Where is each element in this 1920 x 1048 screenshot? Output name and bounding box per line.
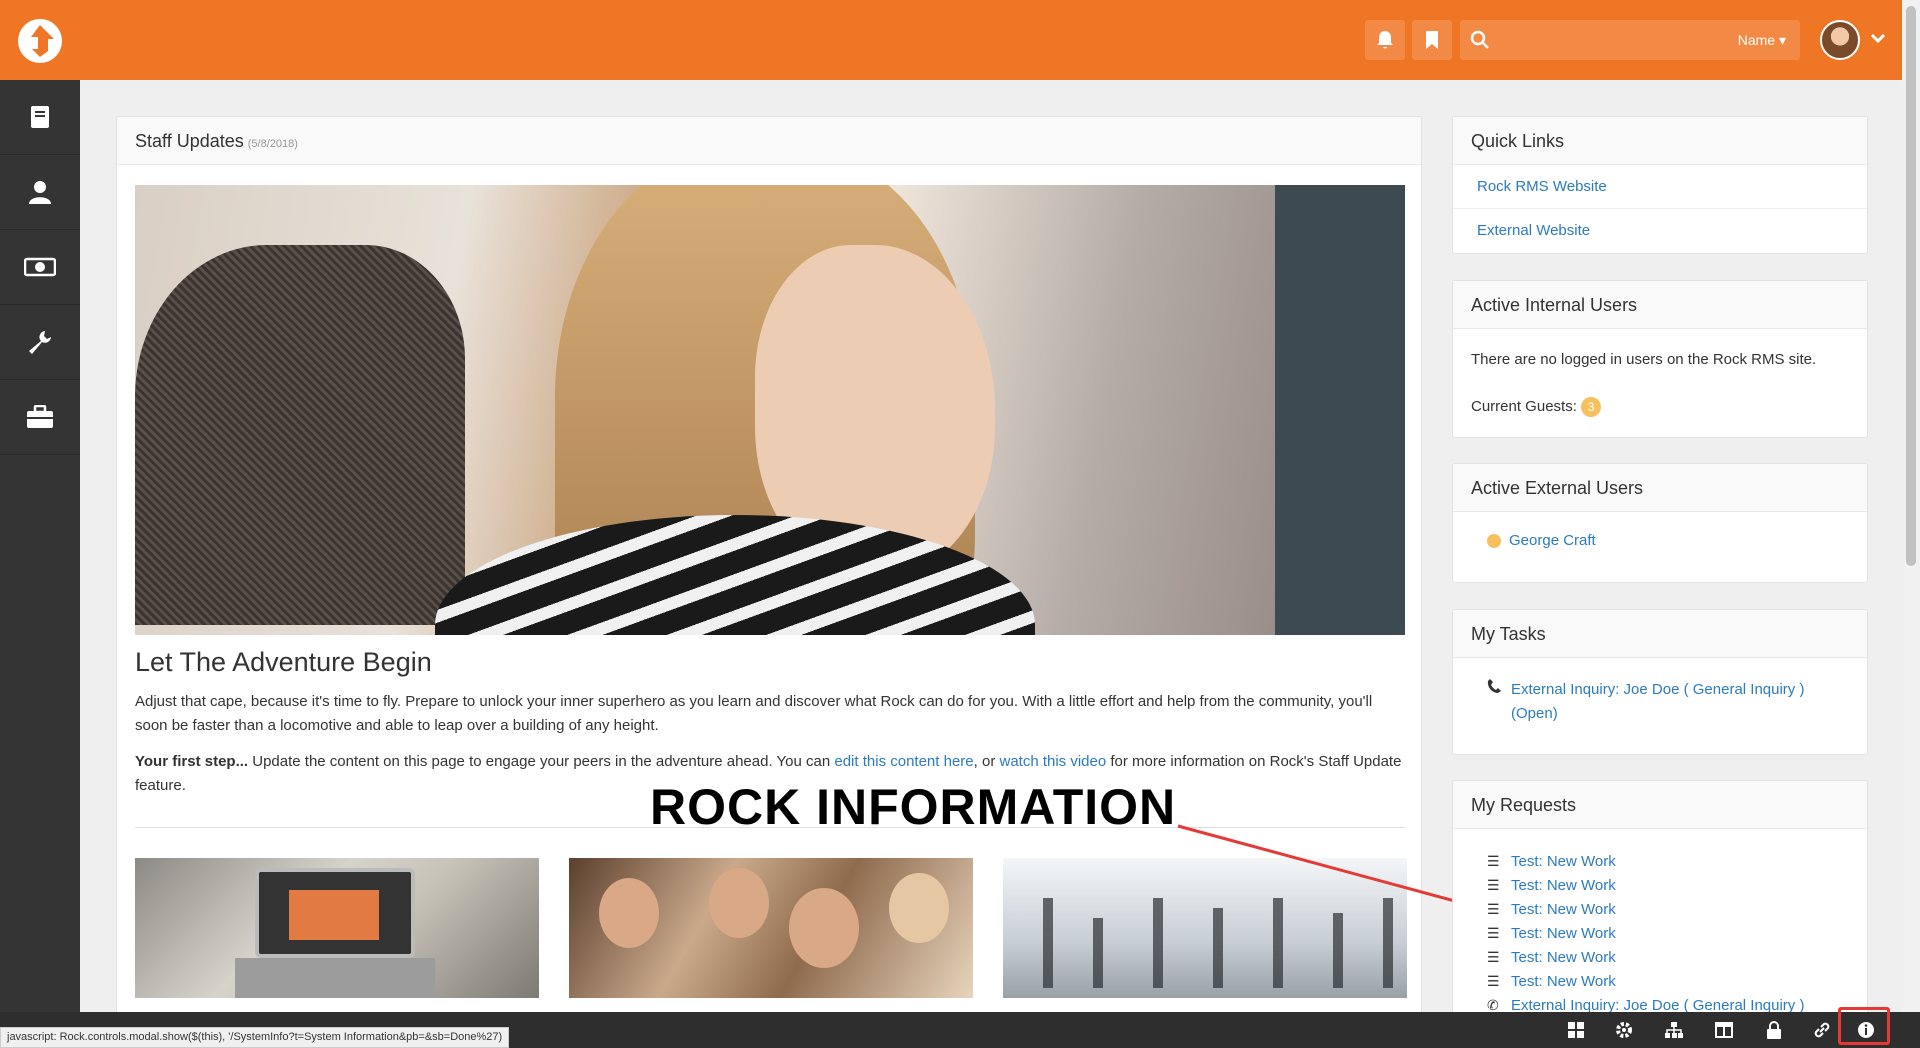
request-link[interactable]: External Inquiry: Joe Doe ( General Inqu… — [1511, 997, 1804, 1014]
panel-title: Active Internal Users — [1453, 281, 1867, 329]
request-item[interactable]: ☰ Test: New Work — [1487, 945, 1857, 969]
list-icon: ☰ — [1487, 876, 1500, 893]
panel-title: My Tasks — [1453, 610, 1867, 658]
active-internal-users-panel: Active Internal Users There are no logge… — [1452, 280, 1868, 438]
requests-list: ☰ Test: New Work ☰ Test: New Work ☰ Test: N… — [1487, 849, 1857, 1017]
online-status-icon — [1487, 534, 1501, 549]
browser-status-bar: javascript: Rock.controls.modal.show($(t… — [0, 1027, 510, 1048]
task-link[interactable]: External Inquiry: Joe Doe ( General Inqu… — [1511, 678, 1847, 702]
link-icon[interactable] — [1812, 1020, 1832, 1040]
guests-badge: 3 — [1581, 397, 1602, 417]
no-users-message: There are no logged in users on the Rock… — [1471, 351, 1817, 368]
list-icon: ☰ — [1487, 948, 1500, 965]
quick-link-rock-rms[interactable]: Rock RMS Website — [1477, 178, 1607, 195]
sitemap-icon[interactable] — [1664, 1020, 1684, 1040]
quick-links-panel: Quick Links Rock RMS Website External We… — [1452, 116, 1868, 254]
panel-title: My Requests — [1453, 781, 1867, 829]
request-item[interactable]: ☰ Test: New Work — [1487, 921, 1857, 945]
request-item[interactable]: ☰ Test: New Work — [1487, 873, 1857, 897]
request-link[interactable]: Test: New Work — [1511, 925, 1616, 942]
page-scrollbar[interactable] — [1902, 0, 1920, 1012]
request-link[interactable]: Test: New Work — [1511, 901, 1616, 918]
external-user-link[interactable]: George Craft — [1509, 532, 1596, 549]
request-item[interactable]: ☰ Test: New Work — [1487, 969, 1857, 993]
list-icon: ☰ — [1487, 852, 1500, 869]
list-icon: ☰ — [1487, 972, 1500, 989]
my-requests-panel: My Requests ☰ Test: New Work ☰ Test: New W… — [1452, 780, 1868, 1020]
current-guests: Current Guests: 3 — [1471, 397, 1602, 417]
request-item[interactable]: ☰ Test: New Work — [1487, 897, 1857, 921]
phone-icon — [1487, 678, 1501, 702]
external-user-item[interactable]: George Craft — [1487, 532, 1596, 549]
zones-icon[interactable] — [1566, 1020, 1586, 1040]
request-link[interactable]: Test: New Work — [1511, 853, 1616, 870]
list-icon: ☰ — [1487, 900, 1500, 917]
info-highlight-box — [1838, 1007, 1890, 1045]
quick-link-item[interactable]: External Website — [1453, 209, 1867, 253]
quick-link-external[interactable]: External Website — [1477, 222, 1590, 239]
phone-icon: ✆ — [1487, 996, 1499, 1013]
active-external-users-panel: Active External Users George Craft — [1452, 463, 1868, 583]
guests-label: Current Guests: — [1471, 397, 1577, 415]
quick-link-item[interactable]: Rock RMS Website — [1453, 165, 1867, 209]
panel-title: Active External Users — [1453, 464, 1867, 512]
lock-icon[interactable] — [1764, 1020, 1784, 1040]
columns-icon[interactable] — [1714, 1020, 1734, 1040]
task-status[interactable]: (Open) — [1511, 702, 1847, 726]
request-link[interactable]: Test: New Work — [1511, 949, 1616, 966]
request-link[interactable]: Test: New Work — [1511, 877, 1616, 894]
scrollbar-thumb[interactable] — [1906, 6, 1916, 566]
request-item[interactable]: ☰ Test: New Work — [1487, 849, 1857, 873]
request-link[interactable]: Test: New Work — [1511, 973, 1616, 990]
list-icon: ☰ — [1487, 924, 1500, 941]
task-item[interactable]: External Inquiry: Joe Doe ( General Inqu… — [1487, 678, 1847, 726]
my-tasks-panel: My Tasks External Inquiry: Joe Doe ( Gen… — [1452, 609, 1868, 755]
gear-icon[interactable] — [1614, 1020, 1634, 1040]
panel-title: Quick Links — [1453, 117, 1867, 165]
